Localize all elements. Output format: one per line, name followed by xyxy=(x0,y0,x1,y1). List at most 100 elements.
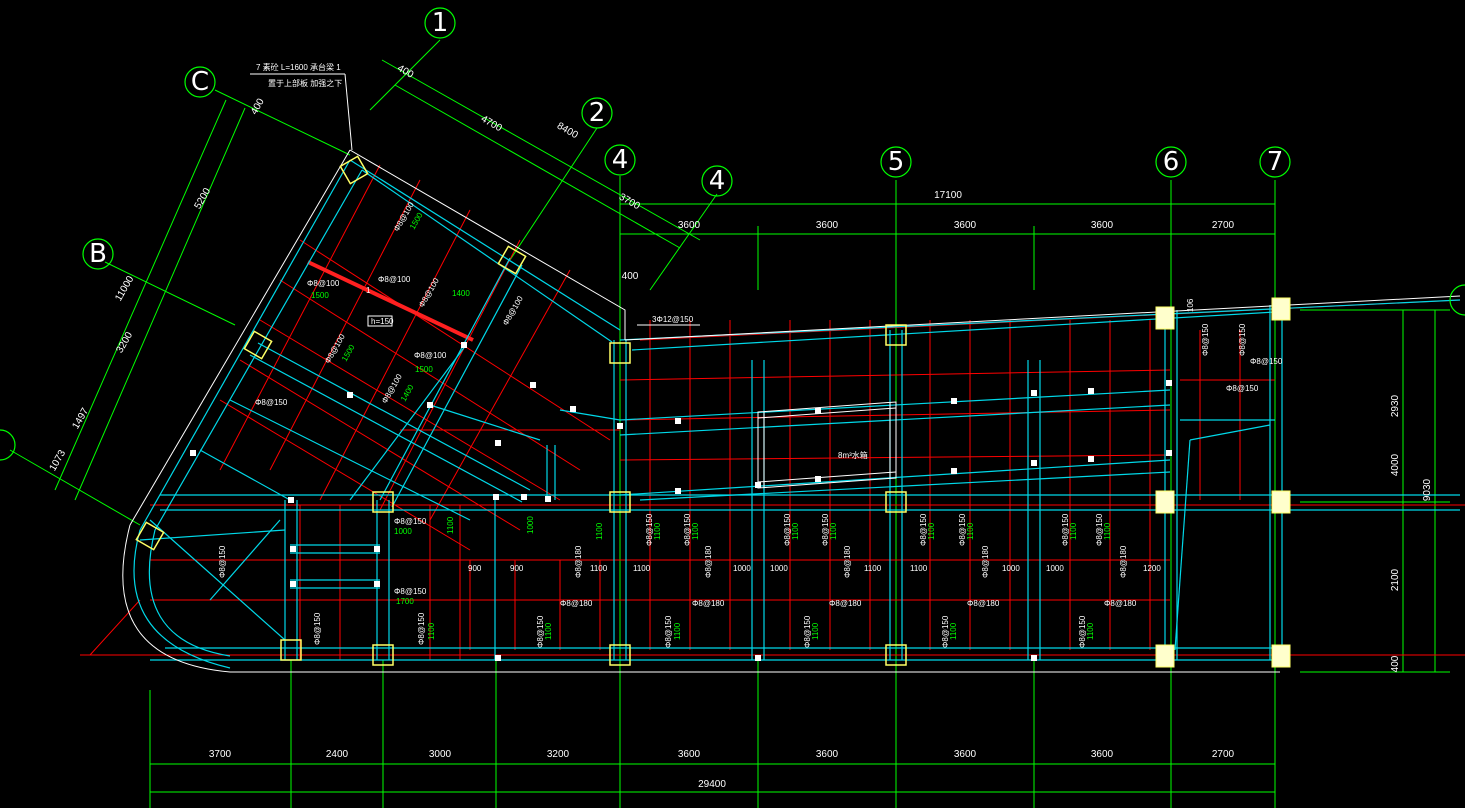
green-label: 1100 xyxy=(446,516,455,534)
green-label: 1500 xyxy=(311,291,329,300)
rebar-label: Φ8@180 xyxy=(843,545,852,578)
note-box-h150: h=150 xyxy=(371,317,394,326)
dim-bottom-7: 3600 xyxy=(954,749,977,760)
span-label: 1000 xyxy=(770,564,788,573)
dim-left-1073: 1073 xyxy=(48,448,69,473)
rebar-label: Φ8@100 xyxy=(501,294,525,327)
dim-bottom-total: 29400 xyxy=(698,779,726,790)
dim-top-5: 2700 xyxy=(1212,220,1235,231)
note-section-1: 1 xyxy=(366,286,371,295)
green-label: 1100 xyxy=(791,522,800,540)
green-label: 1100 xyxy=(949,622,958,640)
axis-label-1: 1 xyxy=(432,8,449,38)
rebar-label: Φ8@180 xyxy=(829,599,862,608)
dim-left-5200: 5200 xyxy=(193,186,214,211)
rebar-label: Φ8@100 xyxy=(307,279,340,288)
dim-right-2: 2100 xyxy=(1390,568,1401,591)
span-label: 1100 xyxy=(910,564,928,573)
left-dimensions: 400 5200 11000 3200 1497 1073 xyxy=(48,96,267,473)
green-label: 1100 xyxy=(595,522,604,540)
dim-bottom-1: 3700 xyxy=(209,749,232,760)
green-label: 1100 xyxy=(966,522,975,540)
dim-top-1: 3600 xyxy=(678,220,701,231)
green-label: 1000 xyxy=(394,527,412,536)
notes: 7 素砼 L=1600 承台梁 1 置于上部板 加强之下 h=150 1 8m³… xyxy=(250,62,1195,460)
green-label: 1100 xyxy=(691,522,700,540)
axis-label-c: C xyxy=(191,67,209,97)
dim-diag-400: 400 xyxy=(395,63,415,81)
rebar-label: Φ8@150 xyxy=(664,615,673,648)
post-marks xyxy=(190,342,1172,661)
bottom-dimensions: 3700 2400 3000 3200 3600 3600 3600 3600 … xyxy=(209,749,1235,790)
axis-label-5: 5 xyxy=(888,147,905,177)
green-label: 1500 xyxy=(415,365,433,374)
axis-label-4: 4 xyxy=(612,145,629,175)
span-label: 1200 xyxy=(1143,564,1161,573)
dim-bottom-4: 3200 xyxy=(547,749,570,760)
span-label: 1100 xyxy=(590,564,608,573)
green-label: 1100 xyxy=(829,522,838,540)
dim-right-total: 9030 xyxy=(1422,478,1433,501)
rebar-label: Φ8@150 xyxy=(394,517,427,526)
span-label: 1000 xyxy=(733,564,751,573)
dim-top-3700: 3700 xyxy=(617,192,642,213)
axis-label-b: B xyxy=(89,239,107,269)
dim-top-3: 3600 xyxy=(954,220,977,231)
green-label: 1500 xyxy=(340,343,357,363)
dim-top-total: 17100 xyxy=(934,190,962,201)
note-top-2: 置于上部板 加强之下 xyxy=(268,78,342,88)
green-label: 1100 xyxy=(1069,522,1078,540)
green-label: 1100 xyxy=(653,522,662,540)
dim-left-1497: 1497 xyxy=(71,406,92,431)
green-label: 1000 xyxy=(526,516,535,534)
note-top-1: 7 素砼 L=1600 承台梁 1 xyxy=(256,62,341,72)
dim-bottom-8: 3600 xyxy=(1091,749,1114,760)
green-label: 1100 xyxy=(673,622,682,640)
dim-right-1: 2930 xyxy=(1390,394,1401,417)
dim-bottom-9: 2700 xyxy=(1212,749,1235,760)
rebar-label: Φ8@100 xyxy=(414,351,447,360)
green-label: 1400 xyxy=(399,383,416,403)
rebar-label: Φ8@150 xyxy=(417,612,426,645)
axis-label-4b: 4 xyxy=(709,166,726,196)
rebar-label: Φ8@180 xyxy=(704,545,713,578)
rebar-label: Φ8@150 xyxy=(218,545,227,578)
dim-bottom-2: 2400 xyxy=(326,749,349,760)
rebar-label: Φ8@150 xyxy=(1201,323,1210,356)
rebar-label: Φ8@150 xyxy=(1226,384,1259,393)
green-label: 1100 xyxy=(1103,522,1112,540)
dim-bottom-5: 3600 xyxy=(678,749,701,760)
highlighted-beam xyxy=(307,260,474,342)
note-water-tank: 8m³水箱 xyxy=(838,450,868,460)
right-dimensions: 2930 2100 4000 400 9030 xyxy=(1390,394,1433,672)
note-rebar-3d12: 3Φ12@150 xyxy=(652,315,694,324)
dim-left-11000: 11000 xyxy=(113,274,136,303)
green-label: 1100 xyxy=(427,622,436,640)
dim-left-3200: 3200 xyxy=(115,330,136,355)
span-label: 900 xyxy=(468,564,482,573)
rebar-label: Φ8@180 xyxy=(981,545,990,578)
axis-label-6: 6 xyxy=(1163,147,1180,177)
dim-bottom-6: 3600 xyxy=(816,749,839,760)
span-label: 900 xyxy=(510,564,524,573)
dim-diag-4700: 4700 xyxy=(479,114,504,135)
span-label: 1000 xyxy=(1002,564,1020,573)
rebar-label: Φ8@180 xyxy=(560,599,593,608)
dim-top-400: 400 xyxy=(622,271,639,282)
green-label: 1100 xyxy=(927,522,936,540)
diagonal-dimensions: 400 4700 8400 xyxy=(395,63,580,141)
rebar-label: Φ8@150 xyxy=(394,587,427,596)
dim-right-3: 4000 xyxy=(1390,453,1401,476)
rebar-label: Φ8@180 xyxy=(1104,599,1137,608)
span-labels: 900 900 1100 1100 1000 1000 1100 1100 10… xyxy=(468,564,1161,573)
rebar-lines xyxy=(80,164,1465,660)
dim-bottom-3: 3000 xyxy=(429,749,452,760)
span-label: 1100 xyxy=(633,564,651,573)
rebar-label: Φ8@100 xyxy=(417,276,441,309)
axis-label-2: 2 xyxy=(589,98,606,128)
axis-label-7: 7 xyxy=(1267,147,1284,177)
dim-diag-8400: 8400 xyxy=(555,121,580,142)
dim-top-4: 3600 xyxy=(1091,220,1114,231)
green-label: 1700 xyxy=(396,597,414,606)
note-right-106: 106 xyxy=(1186,298,1195,312)
